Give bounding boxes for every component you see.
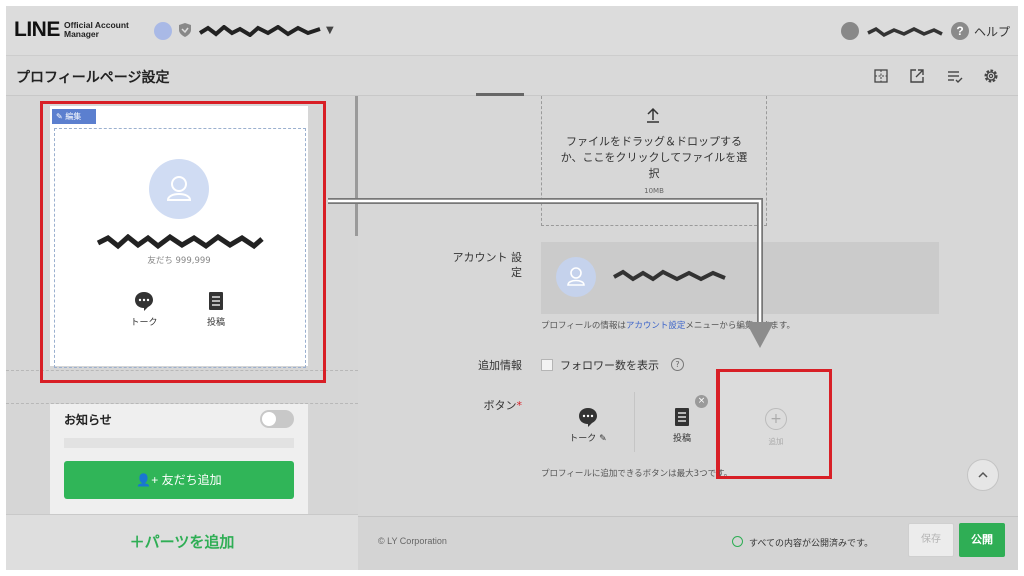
add-friend-icon: 👤+ — [136, 473, 162, 487]
button-item-post-label: 投稿 — [672, 434, 691, 444]
scroll-to-top-button[interactable] — [967, 459, 999, 491]
user-name-redacted[interactable] — [866, 26, 944, 38]
chevron-up-icon — [978, 471, 988, 478]
screenshot-frame: LINE Official Account Manager ▼ ? ヘルプ プロ… — [0, 0, 1024, 576]
pencil-icon[interactable]: ✎ — [599, 434, 607, 444]
image-field-label-cut — [476, 90, 524, 98]
post-icon — [675, 408, 689, 426]
logo-subtitle: Official Account Manager — [64, 21, 129, 39]
notice-toggle[interactable] — [260, 410, 294, 428]
save-button[interactable]: 保存 — [908, 523, 954, 557]
account-name-redacted[interactable] — [198, 25, 323, 37]
upload-instructions: ファイルをドラッグ＆ドロップするか、ここをクリックしてファイルを選択 — [560, 135, 748, 180]
annotation-arrow — [328, 198, 774, 348]
add-friend-button[interactable]: 👤+ 友だち追加 — [64, 461, 294, 499]
help-link[interactable]: ヘルプ — [974, 23, 1010, 40]
app-window: LINE Official Account Manager ▼ ? ヘルプ プロ… — [6, 6, 1018, 570]
chat-bubble-icon — [579, 408, 597, 427]
line-logo[interactable]: LINE — [14, 18, 60, 42]
publish-status: すべての内容が公開済みです。 — [749, 539, 874, 549]
user-avatar[interactable] — [841, 22, 859, 40]
top-bar: LINE Official Account Manager ▼ ? ヘルプ — [6, 6, 1018, 56]
show-followers-checkbox[interactable] — [541, 359, 553, 371]
buttons-hint: プロフィールに追加できるボタンは最大3つです。 — [541, 469, 733, 479]
buttons-label-text: ボタン — [483, 399, 517, 412]
notice-placeholder-line — [64, 438, 294, 448]
required-mark: * — [516, 399, 523, 412]
page-title: プロフィールページ設定 — [16, 69, 170, 85]
extra-info-label: 追加情報 — [478, 359, 522, 372]
button-item-post[interactable]: 投稿 — [662, 406, 702, 444]
layout-icon[interactable] — [872, 67, 890, 85]
button-divider — [634, 392, 635, 452]
notice-label: お知らせ — [64, 413, 112, 427]
logo-subtitle-line-2: Manager — [64, 29, 99, 39]
list-check-icon[interactable] — [946, 67, 964, 85]
gear-icon[interactable] — [982, 67, 1000, 85]
show-followers-label[interactable]: フォロワー数を表示 — [560, 358, 659, 373]
account-avatar[interactable] — [154, 22, 172, 40]
upload-icon — [647, 107, 659, 123]
add-friend-label: 友だち追加 — [161, 473, 222, 487]
shield-icon — [179, 23, 191, 37]
account-dropdown-chevron-icon[interactable]: ▼ — [326, 25, 334, 36]
button-item-talk[interactable]: トーク ✎ — [564, 406, 612, 444]
add-parts-button[interactable]: ＋パーツを追加 — [6, 514, 358, 570]
copyright: © LY Corporation — [378, 536, 447, 546]
highlight-add-slot — [716, 369, 832, 479]
publish-button[interactable]: 公開 — [959, 523, 1005, 557]
highlight-profile-card — [40, 101, 326, 383]
button-item-talk-label: トーク — [569, 434, 597, 444]
buttons-label: ボタン* — [446, 398, 523, 413]
help-icon[interactable]: ? — [951, 22, 969, 40]
check-circle-icon — [732, 536, 743, 547]
remove-button-close-icon[interactable]: × — [695, 395, 708, 408]
external-link-icon[interactable] — [908, 67, 926, 85]
